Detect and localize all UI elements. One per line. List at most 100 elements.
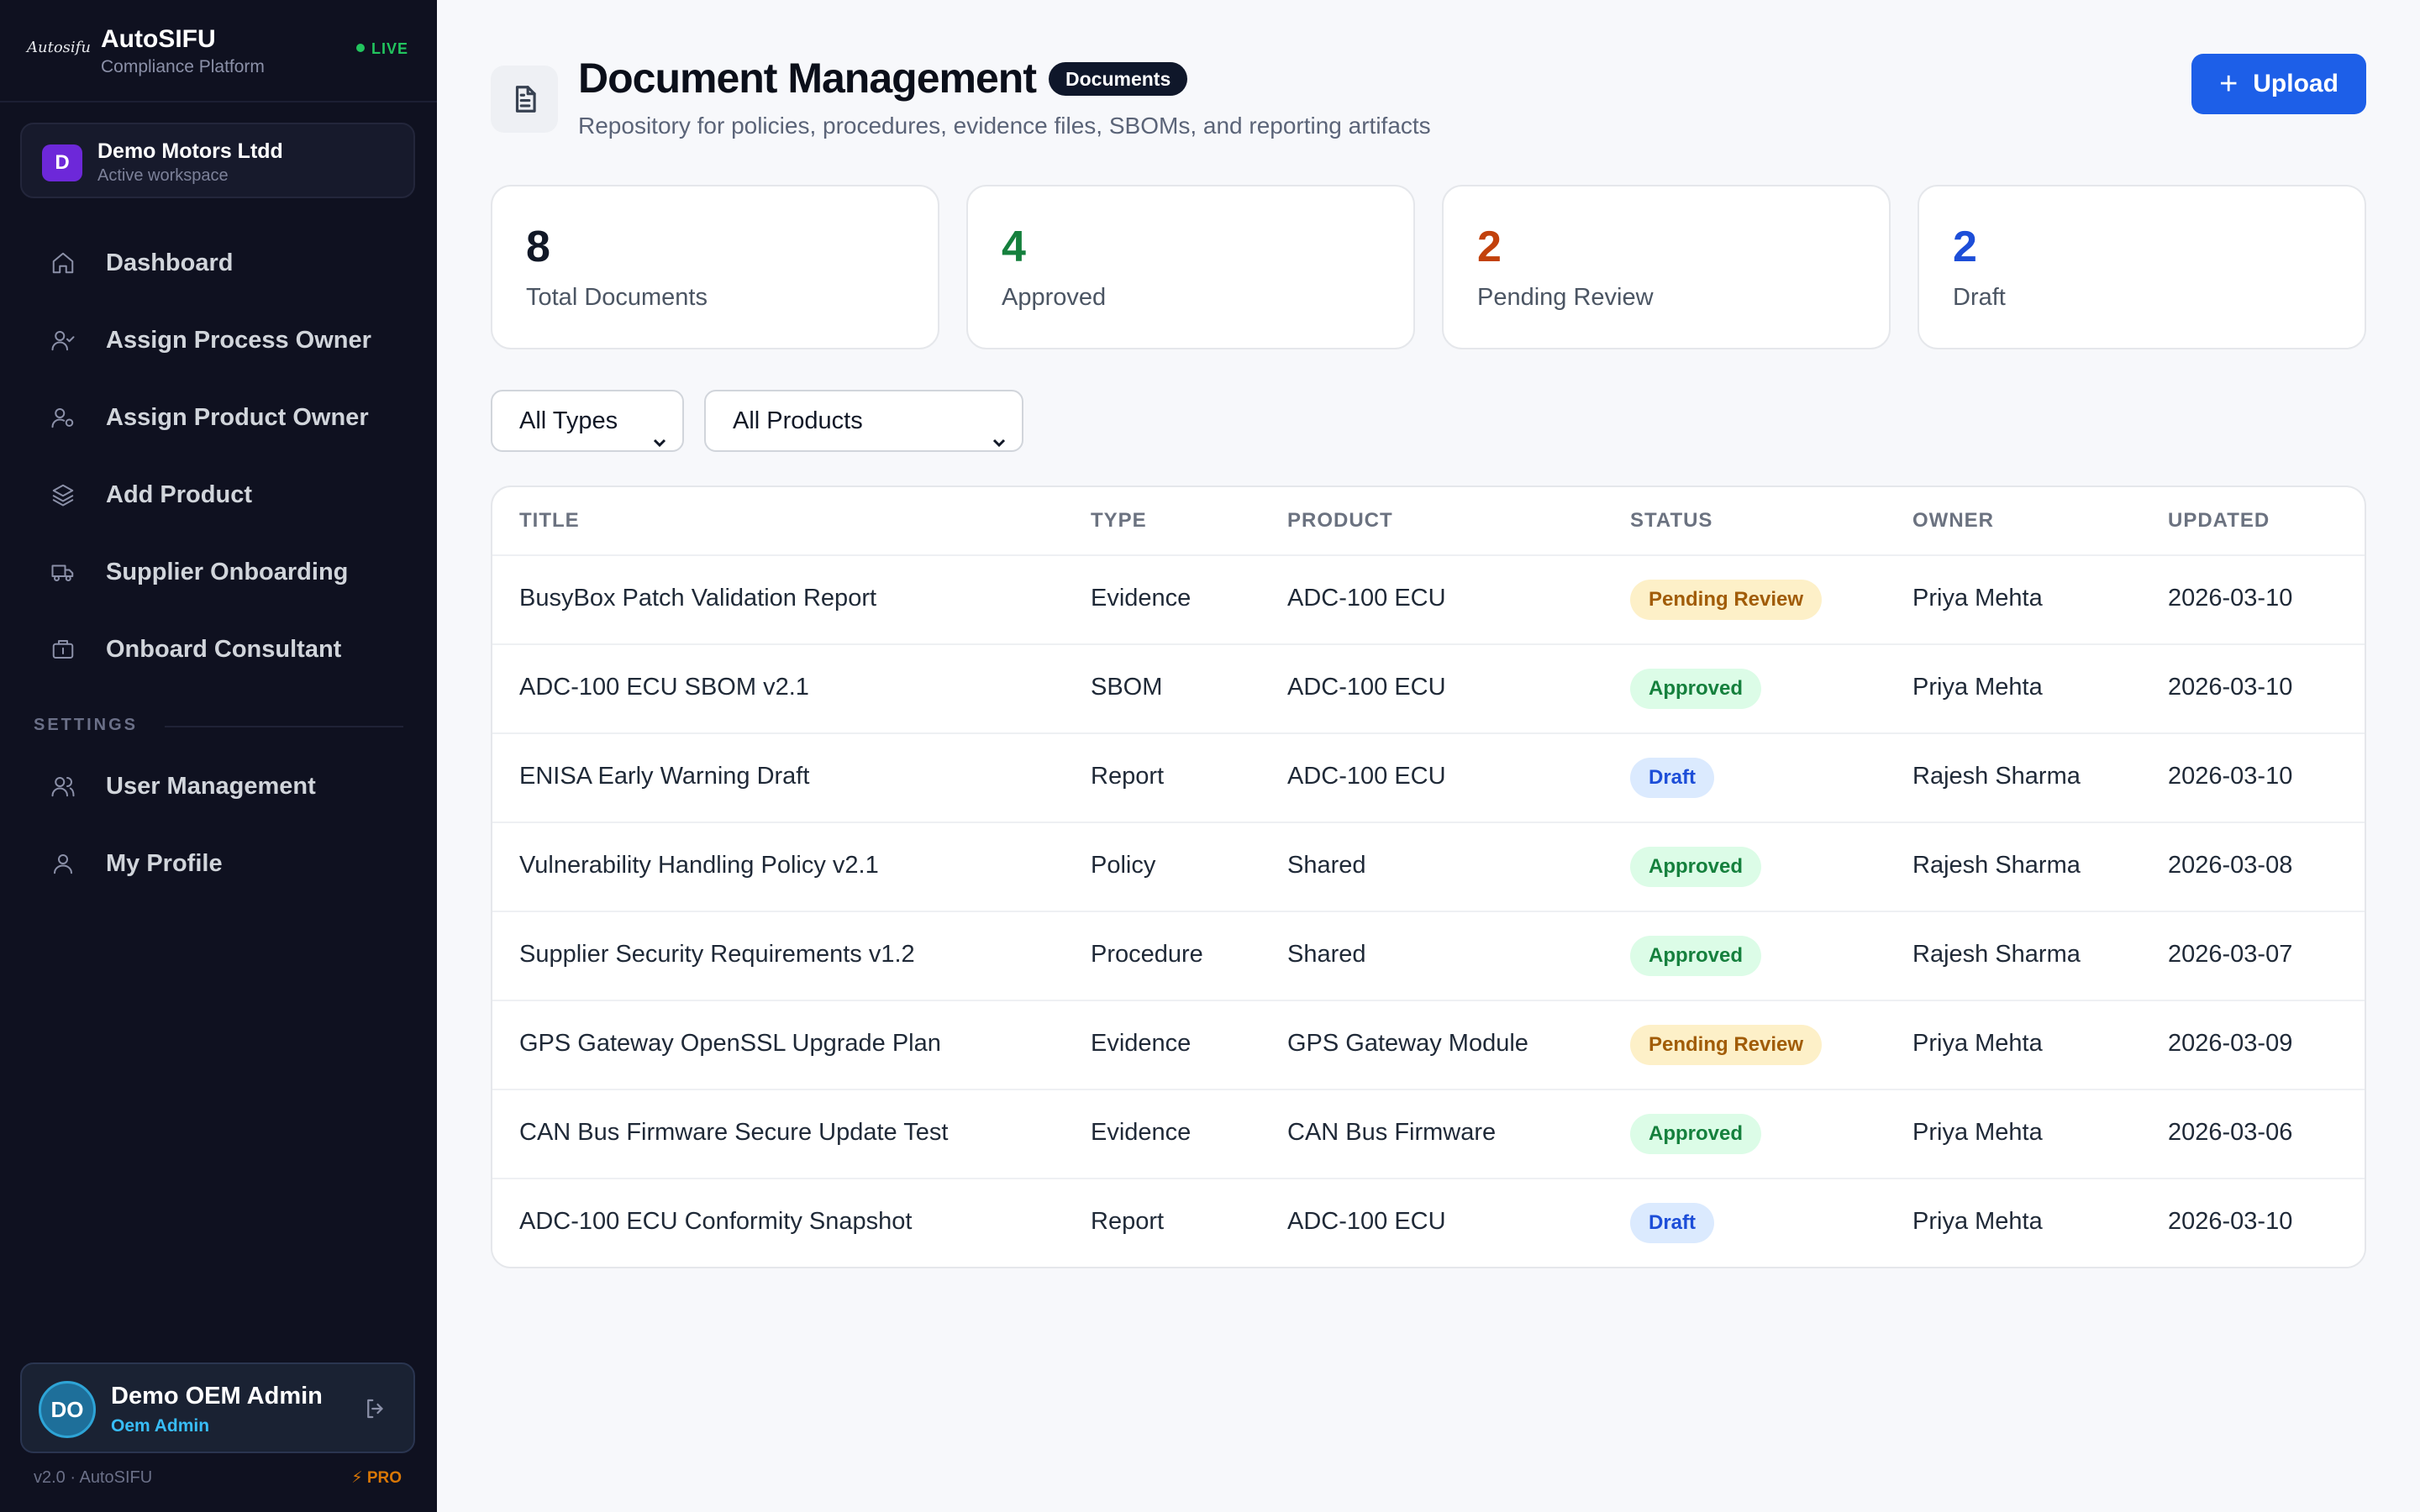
truck-icon <box>51 564 74 581</box>
product-filter-select[interactable]: All Products <box>704 390 1023 452</box>
cell-product: ADC-100 ECU <box>1287 763 1446 790</box>
cell-owner: Priya Mehta <box>1912 1119 2043 1146</box>
workspace-subtitle: Active workspace <box>97 166 229 185</box>
cell-type: Report <box>1091 1208 1165 1235</box>
settings-heading: SETTINGS <box>34 716 139 734</box>
table-row[interactable]: ADC-100 ECU SBOM v2.1 SBOM ADC-100 ECU Priy… <box>492 643 2365 732</box>
stat-card-approved: 4 Approved <box>966 185 1415 349</box>
status-badge: Approved <box>1630 847 1762 887</box>
cell-product: CAN Bus Firmware <box>1287 1119 1497 1146</box>
nav-item-assign-process-owner[interactable]: Assign Process Owner <box>34 311 403 370</box>
upload-label: Upload <box>2253 70 2338 97</box>
plus-icon: + <box>2219 66 2238 102</box>
cell-product: Shared <box>1287 852 1366 879</box>
cell-title: GPS Gateway OpenSSL Upgrade Plan <box>519 1030 941 1057</box>
chevron-down-icon <box>652 413 667 448</box>
upload-button[interactable]: + Upload <box>2191 54 2366 114</box>
brand-header: Autosifu AutoSIFU Compliance Platform LI… <box>0 0 437 102</box>
cell-title: BusyBox Patch Validation Report <box>519 585 877 612</box>
nav-label: Assign Process Owner <box>106 326 371 354</box>
product-filter-value: All Products <box>733 407 863 434</box>
user-name: Demo OEM Admin <box>111 1383 323 1410</box>
cell-type: Policy <box>1091 852 1156 879</box>
nav-item-dashboard[interactable]: Dashboard <box>34 234 403 292</box>
nav-label: Add Product <box>106 480 252 508</box>
column-header-status[interactable]: STATUS <box>1630 509 1712 533</box>
cell-updated: 2026-03-07 <box>2168 941 2293 968</box>
page-subtitle: Repository for policies, procedures, evi… <box>578 113 1431 139</box>
cell-title: Supplier Security Requirements v1.2 <box>519 941 915 968</box>
nav-label: Onboard Consultant <box>106 635 342 663</box>
user-card[interactable]: DO Demo OEM Admin Oem Admin <box>20 1362 415 1453</box>
cell-updated: 2026-03-06 <box>2168 1119 2293 1146</box>
briefcase-icon <box>52 640 74 659</box>
avatar: DO <box>39 1381 96 1438</box>
nav-item-onboard-consultant[interactable]: Onboard Consultant <box>34 620 403 679</box>
status-badge: Pending Review <box>1630 1025 1823 1065</box>
sidebar: Autosifu AutoSIFU Compliance Platform LI… <box>0 0 437 1512</box>
table-row[interactable]: ADC-100 ECU Conformity Snapshot Report ADC… <box>492 1178 2365 1267</box>
layers-icon <box>52 484 74 507</box>
stat-label: Approved <box>1002 284 1107 311</box>
column-header-updated[interactable]: UPDATED <box>2168 509 2270 533</box>
live-indicator: LIVE <box>355 40 408 58</box>
cell-updated: 2026-03-10 <box>2168 1208 2293 1235</box>
workspace-avatar: D <box>42 144 82 181</box>
title-badge: Documents <box>1049 62 1188 96</box>
cell-product: ADC-100 ECU <box>1287 585 1446 612</box>
nav-item-my-profile[interactable]: My Profile <box>34 834 403 893</box>
cell-type: Evidence <box>1091 585 1192 612</box>
nav-label: Supplier Onboarding <box>106 558 349 585</box>
nav-label: User Management <box>106 772 316 800</box>
cell-owner: Rajesh Sharma <box>1912 852 2081 879</box>
stat-card-draft: 2 Draft <box>1918 185 2366 349</box>
workspace-switcher[interactable]: D Demo Motors Ltdd Active workspace <box>20 123 415 198</box>
cell-updated: 2026-03-08 <box>2168 852 2293 879</box>
live-label: LIVE <box>371 40 408 57</box>
cell-title: Vulnerability Handling Policy v2.1 <box>519 852 879 879</box>
cell-owner: Priya Mehta <box>1912 1208 2043 1235</box>
type-filter-select[interactable]: All Types <box>491 390 684 452</box>
cell-title: ADC-100 ECU SBOM v2.1 <box>519 674 809 701</box>
stat-card-total: 8 Total Documents <box>491 185 939 349</box>
stat-value: 8 <box>526 223 550 271</box>
status-badge: Draft <box>1630 758 1715 798</box>
chevron-down-icon <box>992 413 1007 448</box>
settings-divider <box>165 726 403 727</box>
nav-item-add-product[interactable]: Add Product <box>34 465 403 524</box>
table-row[interactable]: Supplier Security Requirements v1.2 Proce… <box>492 911 2365 1000</box>
nav-item-assign-product-owner[interactable]: Assign Product Owner <box>34 388 403 447</box>
brand-subtitle: Compliance Platform <box>101 57 265 76</box>
column-header-product[interactable]: PRODUCT <box>1287 509 1393 533</box>
status-badge: Draft <box>1630 1203 1715 1243</box>
column-header-owner[interactable]: OWNER <box>1912 509 1994 533</box>
table-row[interactable]: BusyBox Patch Validation Report Evidence A… <box>492 554 2365 643</box>
cell-type: Evidence <box>1091 1030 1192 1057</box>
status-badge: Pending Review <box>1630 580 1823 620</box>
table-row[interactable]: ENISA Early Warning Draft Report ADC-100 E… <box>492 732 2365 822</box>
column-header-type[interactable]: TYPE <box>1091 509 1147 533</box>
table-row[interactable]: Vulnerability Handling Policy v2.1 Policy… <box>492 822 2365 911</box>
table-row[interactable]: CAN Bus Firmware Secure Update Test Evide… <box>492 1089 2365 1178</box>
logout-icon <box>367 1399 383 1419</box>
type-filter-value: All Types <box>519 407 618 434</box>
cell-updated: 2026-03-10 <box>2168 674 2293 701</box>
cell-title: ENISA Early Warning Draft <box>519 763 810 790</box>
nav-item-user-management[interactable]: User Management <box>34 757 403 816</box>
live-dot-icon <box>355 44 365 52</box>
home-icon <box>52 252 74 274</box>
stat-label: Total Documents <box>526 284 708 311</box>
brand-name: AutoSIFU <box>101 25 216 53</box>
document-icon-box <box>491 66 558 133</box>
nav-item-supplier-onboarding[interactable]: Supplier Onboarding <box>34 543 403 601</box>
cell-type: SBOM <box>1091 674 1163 701</box>
cell-updated: 2026-03-10 <box>2168 763 2293 790</box>
stat-value: 2 <box>1953 223 1977 271</box>
column-header-title[interactable]: TITLE <box>519 509 580 533</box>
workspace-name: Demo Motors Ltdd <box>97 139 283 163</box>
stat-label: Draft <box>1953 284 2006 311</box>
table-row[interactable]: GPS Gateway OpenSSL Upgrade Plan Evidence… <box>492 1000 2365 1089</box>
cell-owner: Priya Mehta <box>1912 585 2043 612</box>
nav-label: My Profile <box>106 849 223 877</box>
cell-owner: Priya Mehta <box>1912 1030 2043 1057</box>
